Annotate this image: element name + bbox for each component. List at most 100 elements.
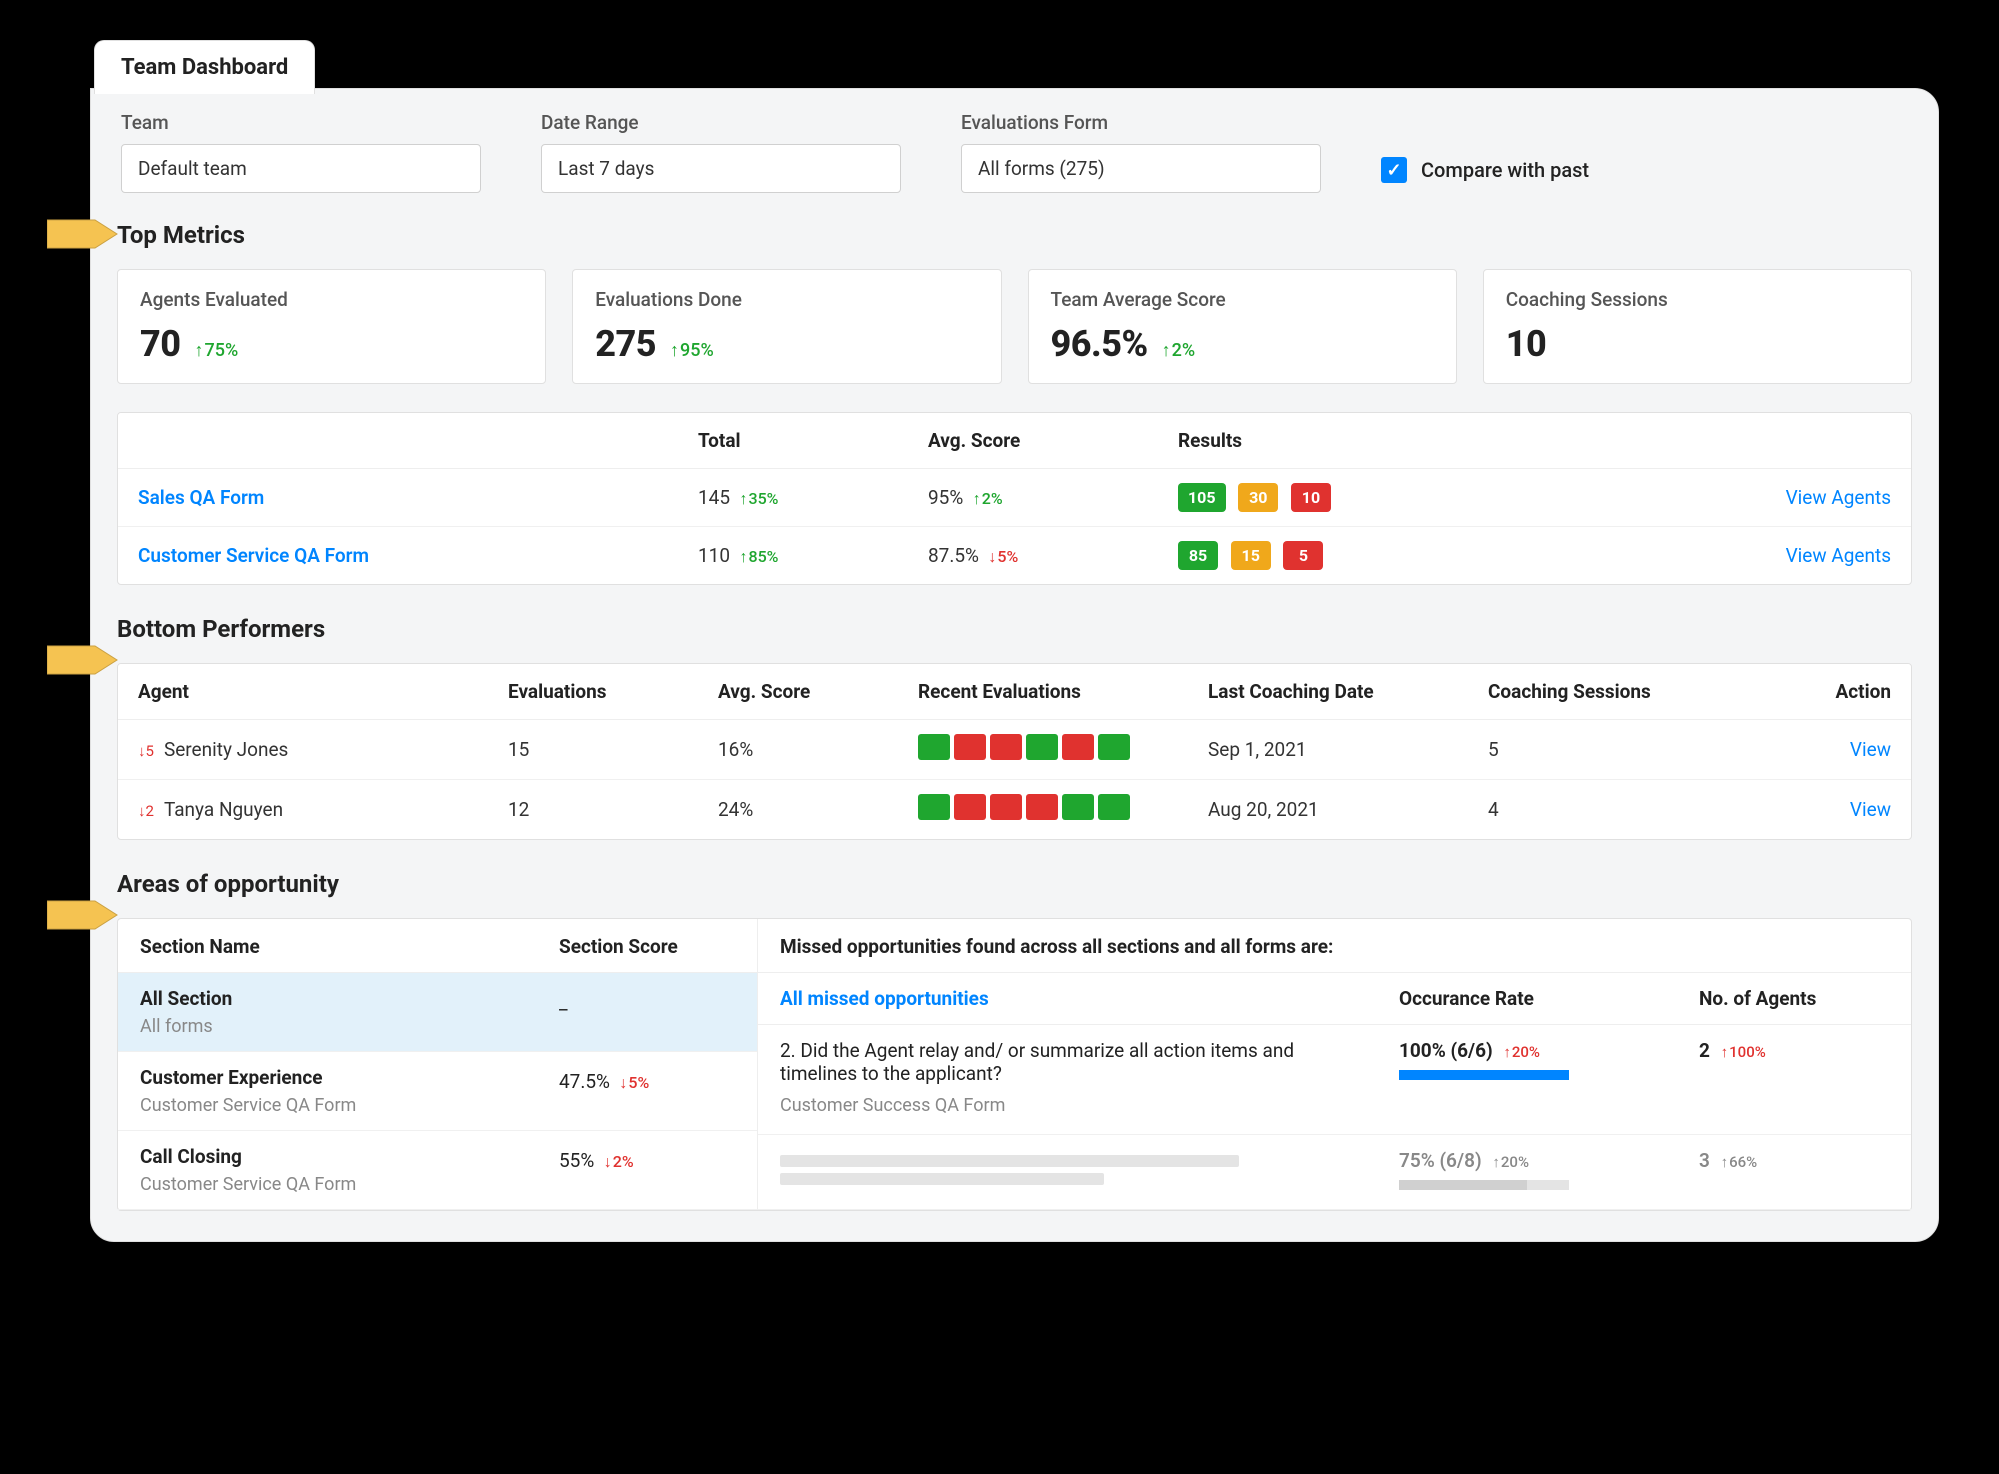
ghost-line bbox=[780, 1173, 1104, 1185]
section-areas-title: Areas of opportunity bbox=[117, 870, 1912, 898]
delta-up-icon: 95% bbox=[670, 340, 714, 361]
col-action: Action bbox=[1801, 664, 1911, 720]
section-sub: Customer Service QA Form bbox=[140, 1095, 515, 1116]
last-coaching-date: Aug 20, 2021 bbox=[1188, 780, 1468, 839]
team-select[interactable]: Default team bbox=[121, 144, 481, 193]
section-name: Customer Experience bbox=[140, 1066, 515, 1089]
opportunity-row[interactable]: 75% (6/8) 20% 3 66% bbox=[758, 1135, 1911, 1210]
form-name-link[interactable]: Customer Service QA Form bbox=[138, 544, 369, 567]
eval-count: 15 bbox=[488, 720, 698, 780]
total-value: 110 bbox=[698, 544, 730, 567]
bottom-performers-table: Agent Evaluations Avg. Score Recent Eval… bbox=[117, 663, 1912, 840]
areas-container: Section Name Section Score All Section A… bbox=[117, 918, 1912, 1211]
col-total: Total bbox=[678, 413, 908, 469]
progress-bar bbox=[1399, 1180, 1569, 1190]
delta-icon: 100% bbox=[1721, 1043, 1766, 1061]
compare-checkbox-row[interactable]: ✓ Compare with past bbox=[1381, 157, 1589, 193]
view-agents-link[interactable]: View Agents bbox=[1786, 544, 1891, 567]
result-pill-yellow: 30 bbox=[1238, 483, 1278, 512]
delta-icon: 66% bbox=[1721, 1153, 1758, 1171]
form-sub: Customer Success QA Form bbox=[780, 1095, 1369, 1116]
eval-chip-green bbox=[1026, 734, 1058, 760]
tab-team-dashboard[interactable]: Team Dashboard bbox=[94, 40, 315, 94]
total-value: 145 bbox=[698, 486, 730, 509]
compare-label: Compare with past bbox=[1421, 158, 1589, 182]
pointer-icon bbox=[47, 643, 119, 677]
col-results: Results bbox=[1158, 413, 1731, 469]
rank-down-icon: 5 bbox=[138, 742, 154, 760]
delta-up-icon: 35% bbox=[739, 489, 778, 508]
delta-icon: 5% bbox=[988, 547, 1018, 566]
metric-value: 70 bbox=[140, 323, 181, 365]
col-avg: Avg. Score bbox=[908, 413, 1158, 469]
agent-name: Tanya Nguyen bbox=[164, 798, 283, 821]
section-sub: All forms bbox=[140, 1016, 515, 1037]
result-pill-yellow: 15 bbox=[1231, 541, 1271, 570]
rank-down-icon: 2 bbox=[138, 802, 154, 820]
view-link[interactable]: View bbox=[1850, 798, 1891, 821]
avg-value: 87.5% bbox=[928, 544, 979, 567]
progress-bar bbox=[1399, 1070, 1569, 1080]
opportunity-row[interactable]: 2. Did the Agent relay and/ or summarize… bbox=[758, 1025, 1911, 1135]
metric-label: Evaluations Done bbox=[595, 288, 978, 311]
agent-name: Serenity Jones bbox=[164, 738, 288, 761]
eval-chip-red bbox=[954, 794, 986, 820]
col-recent: Recent Evaluations bbox=[898, 664, 1188, 720]
occurrence-rate: 75% (6/8) bbox=[1399, 1149, 1482, 1172]
delta-up-icon: 2% bbox=[1162, 340, 1195, 361]
forms-table: Total Avg. Score Results Sales QA Form 1… bbox=[117, 412, 1912, 585]
section-row[interactable]: All Section All forms _ bbox=[118, 973, 757, 1052]
eval-chip-green bbox=[918, 734, 950, 760]
avg-value: 95% bbox=[928, 486, 963, 509]
col-all-missed[interactable]: All missed opportunities bbox=[780, 987, 1399, 1010]
section-row[interactable]: Call Closing Customer Service QA Form 55… bbox=[118, 1131, 757, 1210]
table-row: Sales QA Form 145 35% 95% 2% 105 30 10 V… bbox=[118, 469, 1911, 527]
eval-chip-red bbox=[990, 794, 1022, 820]
metric-card: Coaching Sessions 10 bbox=[1483, 269, 1912, 384]
checkbox-checked-icon: ✓ bbox=[1381, 157, 1407, 183]
eval-chip-green bbox=[918, 794, 950, 820]
table-row: Customer Service QA Form 110 85% 87.5% 5… bbox=[118, 527, 1911, 584]
coaching-sessions: 5 bbox=[1468, 720, 1801, 780]
delta-down-icon: 2% bbox=[604, 1152, 634, 1171]
section-score: 47.5% bbox=[559, 1070, 610, 1093]
metric-card: Agents Evaluated 70 75% bbox=[117, 269, 546, 384]
col-last-coaching: Last Coaching Date bbox=[1188, 664, 1468, 720]
metric-value: 275 bbox=[595, 323, 656, 365]
filter-team-label: Team bbox=[121, 111, 481, 134]
avg-score: 24% bbox=[698, 780, 898, 839]
eval-chip-green bbox=[1062, 794, 1094, 820]
metric-card: Evaluations Done 275 95% bbox=[572, 269, 1001, 384]
result-pill-red: 5 bbox=[1283, 541, 1323, 570]
result-pill-green: 105 bbox=[1178, 483, 1226, 512]
col-no-agents: No. of Agents bbox=[1699, 987, 1889, 1010]
col-sessions: Coaching Sessions bbox=[1468, 664, 1801, 720]
view-agents-link[interactable]: View Agents bbox=[1786, 486, 1891, 509]
agent-count: 3 bbox=[1699, 1149, 1710, 1172]
form-name-link[interactable]: Sales QA Form bbox=[138, 486, 264, 509]
tab-label: Team Dashboard bbox=[121, 55, 288, 80]
eval-chip-red bbox=[954, 734, 986, 760]
section-score: _ bbox=[559, 991, 568, 1014]
section-name: Call Closing bbox=[140, 1145, 515, 1168]
view-link[interactable]: View bbox=[1850, 738, 1891, 761]
date-range-select[interactable]: Last 7 days bbox=[541, 144, 901, 193]
col-section-name: Section Name bbox=[118, 919, 537, 973]
col-occurrence-rate: Occurance Rate bbox=[1399, 987, 1699, 1010]
eval-count: 12 bbox=[488, 780, 698, 839]
col-avg-score: Avg. Score bbox=[698, 664, 898, 720]
last-coaching-date: Sep 1, 2021 bbox=[1188, 720, 1468, 780]
filters-row: Team Default team Date Range Last 7 days… bbox=[117, 111, 1912, 193]
section-bottom-performers-title: Bottom Performers bbox=[117, 615, 1912, 643]
section-row[interactable]: Customer Experience Customer Service QA … bbox=[118, 1052, 757, 1131]
eval-chip-green bbox=[1098, 794, 1130, 820]
metric-label: Team Average Score bbox=[1051, 288, 1434, 311]
col-evaluations: Evaluations bbox=[488, 664, 698, 720]
delta-icon: 20% bbox=[1492, 1153, 1529, 1171]
delta-icon: 2% bbox=[973, 489, 1003, 508]
evaluations-form-select[interactable]: All forms (275) bbox=[961, 144, 1321, 193]
eval-chip-green bbox=[1098, 734, 1130, 760]
occurrence-rate: 100% (6/6) bbox=[1399, 1039, 1493, 1062]
eval-chip-red bbox=[1026, 794, 1058, 820]
table-row: 2Tanya Nguyen 12 24% Aug 20, 2021 4 View bbox=[118, 780, 1911, 839]
